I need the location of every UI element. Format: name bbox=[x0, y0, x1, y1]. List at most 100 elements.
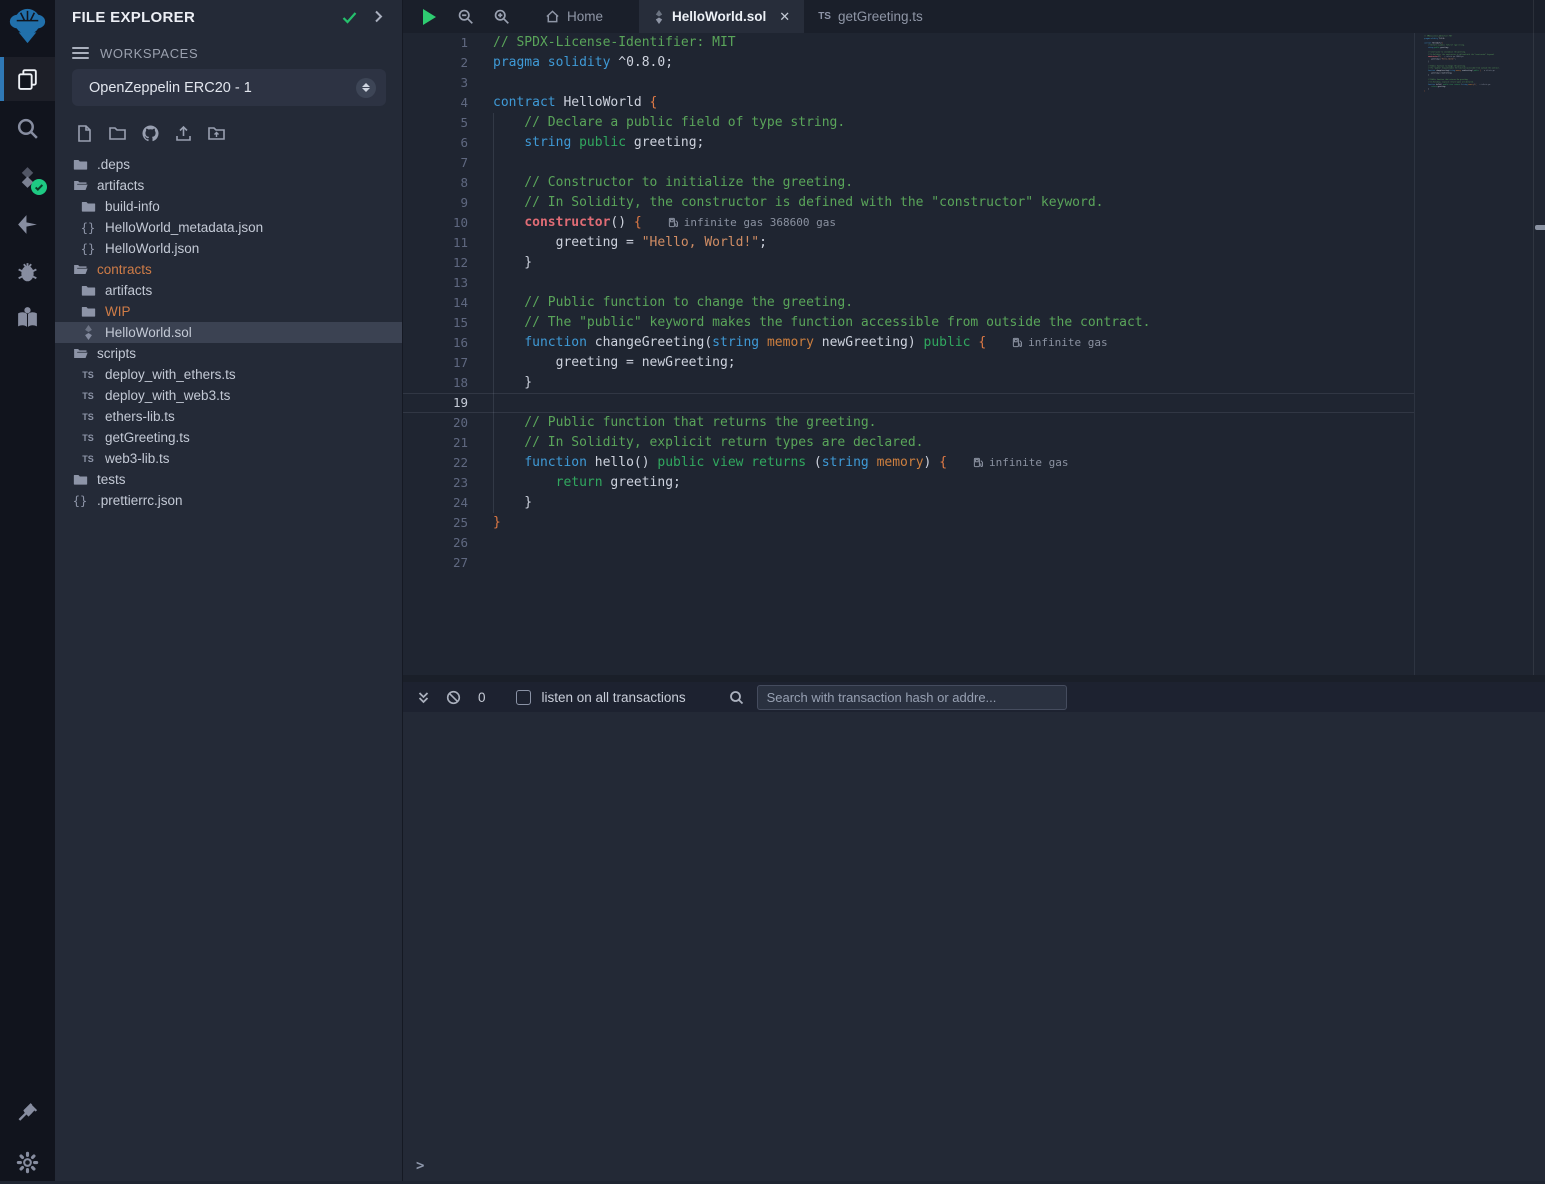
gas-estimate-annotation: infinite gas 368600 gas bbox=[668, 216, 836, 229]
book-icon bbox=[15, 305, 40, 330]
indent-guide bbox=[493, 113, 494, 513]
code-line-9: 9 // In Solidity, the constructor is def… bbox=[403, 193, 1414, 213]
sidebar-item-deploy-run[interactable] bbox=[0, 202, 55, 246]
sidebar-item-search[interactable] bbox=[0, 106, 55, 150]
tree-item-ethers-lib-ts[interactable]: TSethers-lib.ts bbox=[55, 406, 402, 427]
code-line-16: 16 function changeGreeting(string memory… bbox=[403, 333, 1414, 353]
terminal-output[interactable]: > bbox=[403, 712, 1545, 1181]
sidebar-item-file-explorer[interactable] bbox=[0, 57, 55, 101]
gear-icon bbox=[15, 1150, 40, 1175]
code-line-7: 7 bbox=[403, 153, 1414, 173]
workspaces-menu-icon[interactable] bbox=[72, 47, 89, 60]
tab-home[interactable]: Home bbox=[531, 0, 617, 33]
debugger-icon bbox=[15, 259, 40, 284]
panel-resize-handle[interactable] bbox=[1535, 225, 1545, 230]
tree-item-wip[interactable]: WIP bbox=[55, 301, 402, 322]
tree-item-label: contracts bbox=[97, 262, 152, 277]
tree-item-getgreeting-ts[interactable]: TSgetGreeting.ts bbox=[55, 427, 402, 448]
upload-folder-icon[interactable] bbox=[204, 121, 228, 145]
tree-item-scripts[interactable]: scripts bbox=[55, 343, 402, 364]
ts-icon: TS bbox=[80, 388, 96, 404]
code-line-12: 12 } bbox=[403, 253, 1414, 273]
transaction-search-input[interactable] bbox=[757, 685, 1067, 710]
zoom-out-button[interactable] bbox=[447, 0, 483, 33]
tree-item-tests[interactable]: tests bbox=[55, 469, 402, 490]
file-explorer-icon bbox=[15, 67, 40, 92]
tab-getgreeting-ts[interactable]: TS getGreeting.ts bbox=[804, 0, 937, 33]
tree-item-deploy-with-web3-ts[interactable]: TS deploy_with_web3.ts bbox=[55, 385, 402, 406]
terminal-toolbar: 0 listen on all transactions bbox=[403, 682, 1545, 712]
right-panel-divider bbox=[1533, 0, 1534, 712]
line-number: 21 bbox=[403, 433, 480, 453]
code-line-13: 13 bbox=[403, 273, 1414, 293]
tree-item-label: getGreeting.ts bbox=[105, 430, 190, 445]
github-clone-icon[interactable] bbox=[138, 121, 162, 145]
minimap[interactable]: 1// SPDX-License-Identifier: MIT2pragma … bbox=[1424, 35, 1504, 101]
sidebar-item-plugin-manager[interactable] bbox=[0, 1091, 55, 1135]
upload-file-icon[interactable] bbox=[171, 121, 195, 145]
tree-item-artifacts[interactable]: artifacts bbox=[55, 280, 402, 301]
code-line-22: 22 function hello() public view returns … bbox=[403, 453, 1414, 473]
tree-item-build-info[interactable]: build-info bbox=[55, 196, 402, 217]
code-line-21: 21 // In Solidity, explicit return types… bbox=[403, 433, 1414, 453]
tab-helloworld-sol[interactable]: HelloWorld.sol ✕ bbox=[639, 0, 804, 33]
tree-item-helloworld-sol[interactable]: HelloWorld.sol bbox=[55, 322, 402, 343]
tree-item-label: build-info bbox=[105, 199, 160, 214]
tree-item-helloworld-json[interactable]: {}HelloWorld.json bbox=[55, 238, 402, 259]
code-line-1: 1// SPDX-License-Identifier: MIT bbox=[403, 33, 1414, 53]
tree-item-label: HelloWorld.json bbox=[105, 241, 199, 256]
tree-item-contracts[interactable]: contracts bbox=[55, 259, 402, 280]
line-number: 14 bbox=[403, 293, 480, 313]
sidebar-item-debugger[interactable] bbox=[0, 249, 55, 293]
code-line-17: 17 greeting = newGreeting; bbox=[403, 353, 1414, 373]
line-number: 5 bbox=[403, 113, 480, 133]
tree-item--prettierrc-json[interactable]: {}.prettierrc.json bbox=[55, 490, 402, 511]
close-tab-icon[interactable]: ✕ bbox=[779, 9, 790, 25]
line-number: 11 bbox=[403, 233, 480, 253]
tree-item-label: artifacts bbox=[97, 178, 144, 193]
line-number: 17 bbox=[403, 353, 480, 373]
tree-item-artifacts[interactable]: artifacts bbox=[55, 175, 402, 196]
tree-item-label: HelloWorld_metadata.json bbox=[105, 220, 263, 235]
collapse-terminal-icon[interactable] bbox=[416, 690, 431, 705]
zoom-in-button[interactable] bbox=[483, 0, 519, 33]
run-script-button[interactable] bbox=[411, 0, 447, 33]
listen-transactions-checkbox[interactable] bbox=[516, 690, 531, 705]
code-line-5: 5 // Declare a public field of type stri… bbox=[403, 113, 1414, 133]
tree-item--deps[interactable]: .deps bbox=[55, 154, 402, 175]
clear-console-icon[interactable] bbox=[446, 690, 461, 705]
workspace-select[interactable]: OpenZeppelin ERC20 - 1 bbox=[72, 69, 386, 106]
new-file-icon[interactable] bbox=[72, 121, 96, 145]
ts-icon: TS bbox=[80, 367, 96, 383]
code-line-20: 20 // Public function that returns the g… bbox=[403, 413, 1414, 433]
check-icon bbox=[341, 9, 358, 26]
line-number: 6 bbox=[403, 133, 480, 153]
terminal-resize-handle[interactable] bbox=[403, 675, 1545, 682]
plug-icon bbox=[15, 1101, 40, 1126]
code-line-10: 10 constructor() {infinite gas 368600 ga… bbox=[403, 213, 1414, 233]
code-editor[interactable]: 1// SPDX-License-Identifier: MIT2pragma … bbox=[403, 33, 1545, 675]
chevron-right-icon[interactable] bbox=[371, 9, 386, 24]
sidebar-item-settings[interactable] bbox=[0, 1140, 55, 1184]
remix-logo-icon[interactable] bbox=[4, 2, 51, 50]
line-number: 25 bbox=[403, 513, 480, 533]
line-number: 4 bbox=[403, 93, 480, 113]
tab-helloworld-label: HelloWorld.sol bbox=[672, 9, 766, 24]
tree-item-deploy-with-ethers-ts[interactable]: TS deploy_with_ethers.ts bbox=[55, 364, 402, 385]
workspace-name: OpenZeppelin ERC20 - 1 bbox=[89, 80, 356, 96]
home-icon bbox=[545, 9, 560, 24]
line-number: 26 bbox=[403, 533, 480, 553]
code-line-2: 2pragma solidity ^0.8.0; bbox=[403, 53, 1414, 73]
tree-item-label: deploy_with_web3.ts bbox=[105, 388, 230, 403]
json-icon: {} bbox=[80, 220, 96, 236]
tree-item-web3-lib-ts[interactable]: TSweb3-lib.ts bbox=[55, 448, 402, 469]
sidebar-item-solidity-compiler[interactable] bbox=[0, 155, 55, 199]
gas-estimate-annotation: infinite gas bbox=[1012, 336, 1107, 349]
new-folder-icon[interactable] bbox=[105, 121, 129, 145]
tree-item-label: deploy_with_ethers.ts bbox=[105, 367, 236, 382]
ts-icon: TS bbox=[80, 409, 96, 425]
tree-item-helloworld-metadata-json[interactable]: {} HelloWorld_metadata.json bbox=[55, 217, 402, 238]
tree-item-label: .deps bbox=[97, 157, 130, 172]
line-number: 18 bbox=[403, 373, 480, 393]
sidebar-item-unit-testing[interactable] bbox=[0, 295, 55, 339]
